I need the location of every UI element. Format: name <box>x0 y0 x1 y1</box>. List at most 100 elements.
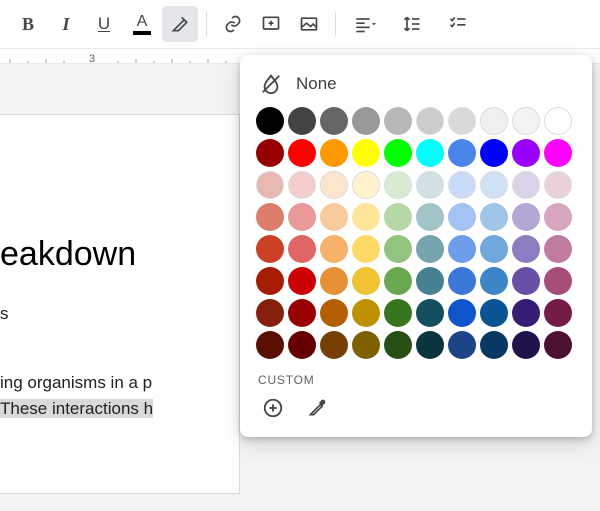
color-swatch[interactable] <box>416 267 444 295</box>
color-swatch[interactable] <box>256 171 284 199</box>
color-swatch[interactable] <box>384 171 412 199</box>
color-swatch[interactable] <box>288 107 316 135</box>
color-swatch[interactable] <box>448 203 476 231</box>
color-swatch[interactable] <box>512 267 540 295</box>
highlight-color-picker: None CUSTOM <box>240 55 592 437</box>
color-swatch[interactable] <box>416 107 444 135</box>
color-swatch[interactable] <box>448 331 476 359</box>
color-swatch[interactable] <box>256 267 284 295</box>
color-swatch[interactable] <box>288 171 316 199</box>
line-spacing-button[interactable] <box>390 6 434 42</box>
color-swatch[interactable] <box>544 267 572 295</box>
color-swatch[interactable] <box>352 331 380 359</box>
color-swatch[interactable] <box>416 203 444 231</box>
color-swatch[interactable] <box>416 235 444 263</box>
color-swatch[interactable] <box>256 139 284 167</box>
color-swatch[interactable] <box>352 171 380 199</box>
insert-link-button[interactable] <box>215 6 251 42</box>
color-swatch[interactable] <box>512 139 540 167</box>
color-swatch[interactable] <box>544 139 572 167</box>
color-swatch[interactable] <box>416 331 444 359</box>
italic-button[interactable]: I <box>48 6 84 42</box>
color-swatch[interactable] <box>480 139 508 167</box>
color-swatch[interactable] <box>352 203 380 231</box>
insert-image-button[interactable] <box>291 6 327 42</box>
color-swatch[interactable] <box>512 235 540 263</box>
checklist-button[interactable] <box>436 6 480 42</box>
color-swatch[interactable] <box>384 203 412 231</box>
color-swatch[interactable] <box>352 107 380 135</box>
color-swatch[interactable] <box>416 171 444 199</box>
color-swatch[interactable] <box>480 299 508 327</box>
color-swatch[interactable] <box>512 107 540 135</box>
color-swatch[interactable] <box>480 235 508 263</box>
color-swatch[interactable] <box>544 331 572 359</box>
color-swatch[interactable] <box>512 331 540 359</box>
color-swatch[interactable] <box>480 171 508 199</box>
color-swatch[interactable] <box>288 331 316 359</box>
color-swatch[interactable] <box>544 299 572 327</box>
color-swatch[interactable] <box>512 299 540 327</box>
color-swatch[interactable] <box>512 203 540 231</box>
bold-button[interactable]: B <box>10 6 46 42</box>
color-swatch[interactable] <box>320 203 348 231</box>
color-swatch[interactable] <box>320 235 348 263</box>
color-swatch[interactable] <box>256 107 284 135</box>
color-swatch[interactable] <box>256 235 284 263</box>
highlighted-text: These interactions h <box>0 399 153 418</box>
color-swatch[interactable] <box>384 107 412 135</box>
color-swatch[interactable] <box>544 235 572 263</box>
color-swatch[interactable] <box>384 267 412 295</box>
color-swatch[interactable] <box>320 331 348 359</box>
color-swatch[interactable] <box>256 299 284 327</box>
color-none-option[interactable]: None <box>256 69 576 107</box>
color-swatch[interactable] <box>480 267 508 295</box>
color-swatch[interactable] <box>448 107 476 135</box>
color-swatch[interactable] <box>320 267 348 295</box>
color-swatch[interactable] <box>352 267 380 295</box>
color-swatch[interactable] <box>288 139 316 167</box>
color-swatch[interactable] <box>320 299 348 327</box>
color-none-label: None <box>296 74 337 94</box>
color-swatch[interactable] <box>384 299 412 327</box>
color-swatch[interactable] <box>544 203 572 231</box>
color-swatch[interactable] <box>384 139 412 167</box>
color-swatch[interactable] <box>448 267 476 295</box>
insert-comment-button[interactable] <box>253 6 289 42</box>
color-swatch[interactable] <box>416 299 444 327</box>
color-swatch[interactable] <box>448 139 476 167</box>
color-swatch[interactable] <box>352 235 380 263</box>
color-swatch[interactable] <box>320 171 348 199</box>
color-swatch[interactable] <box>544 171 572 199</box>
color-swatch[interactable] <box>448 171 476 199</box>
color-swatch[interactable] <box>512 171 540 199</box>
color-swatch[interactable] <box>480 107 508 135</box>
highlighter-icon <box>170 14 190 34</box>
color-swatch[interactable] <box>320 139 348 167</box>
color-swatch[interactable] <box>480 203 508 231</box>
eyedropper-button[interactable] <box>304 395 330 421</box>
color-swatch[interactable] <box>288 203 316 231</box>
color-swatch[interactable] <box>288 267 316 295</box>
color-swatch[interactable] <box>448 299 476 327</box>
color-swatch[interactable] <box>256 203 284 231</box>
color-swatch[interactable] <box>480 331 508 359</box>
color-swatch[interactable] <box>352 139 380 167</box>
align-button[interactable] <box>344 6 388 42</box>
color-swatch[interactable] <box>256 331 284 359</box>
color-swatch[interactable] <box>384 235 412 263</box>
color-swatch[interactable] <box>288 299 316 327</box>
color-swatch[interactable] <box>416 139 444 167</box>
text-color-button[interactable]: A <box>124 6 160 42</box>
add-custom-color-button[interactable] <box>260 395 286 421</box>
color-swatch[interactable] <box>288 235 316 263</box>
custom-section-label: CUSTOM <box>258 373 576 387</box>
color-swatch[interactable] <box>448 235 476 263</box>
underline-button[interactable]: U <box>86 6 122 42</box>
color-swatch[interactable] <box>320 107 348 135</box>
color-swatch[interactable] <box>352 299 380 327</box>
document-page[interactable]: eakdown s ing organisms in a p These int… <box>0 114 240 494</box>
color-swatch[interactable] <box>384 331 412 359</box>
highlight-color-button[interactable] <box>162 6 198 42</box>
color-swatch[interactable] <box>544 107 572 135</box>
